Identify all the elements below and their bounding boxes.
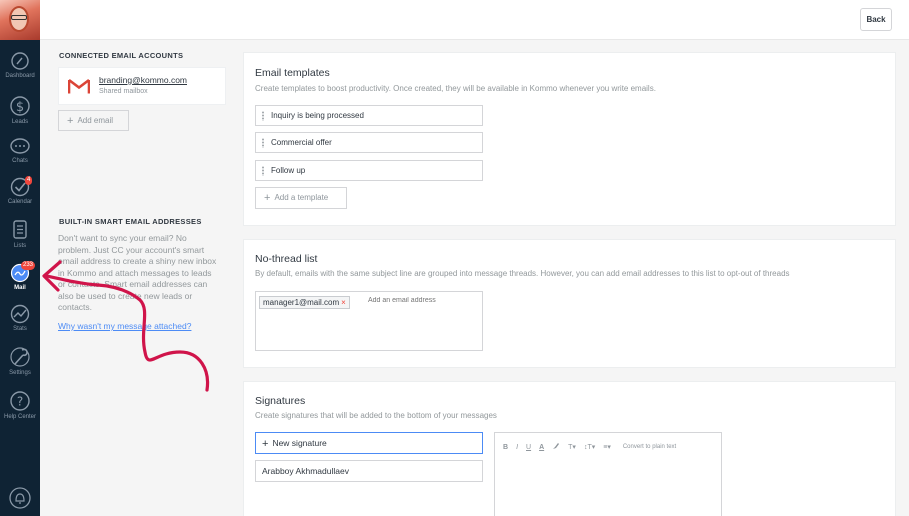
bold-button[interactable]: B: [503, 444, 508, 451]
new-signature-button[interactable]: + New signature: [255, 432, 483, 454]
email-account-card[interactable]: branding@kommo.com Shared mailbox: [58, 67, 226, 105]
connected-accounts-title: CONNECTED EMAIL ACCOUNTS: [59, 51, 184, 60]
account-email[interactable]: branding@kommo.com: [99, 75, 187, 85]
sidebar-item-label: Chats: [12, 158, 28, 164]
sidebar-item-label: Leads: [11, 119, 29, 125]
sidebar-item-settings[interactable]: Settings: [0, 345, 40, 389]
topbar: Back: [40, 0, 909, 40]
signature-item[interactable]: Arabboy Akhmadullaev: [255, 460, 483, 482]
convert-plain-text-button[interactable]: Convert to plain text: [623, 444, 676, 450]
signatures-card: Signatures Create signatures that will b…: [243, 381, 896, 516]
sidebar-item-stats[interactable]: Stats: [0, 303, 40, 347]
sidebar-item-label: Help Center: [3, 414, 36, 420]
drag-handle-icon[interactable]: [262, 166, 264, 176]
sidebar-item-mail[interactable]: 233 Mail: [0, 261, 40, 306]
chat-icon: [10, 138, 30, 154]
dashboard-icon: [11, 52, 29, 70]
nothread-input-box[interactable]: manager1@mail.com ×: [255, 291, 483, 351]
signatures-subtitle: Create signatures that will be added to …: [255, 411, 497, 420]
plus-icon: +: [67, 115, 74, 127]
drag-handle-icon[interactable]: [262, 138, 264, 148]
dollar-icon: $: [10, 96, 30, 116]
line-height-button[interactable]: ↕T▾: [584, 443, 595, 451]
no-thread-card: No-thread list By default, emails with t…: [243, 239, 896, 368]
add-email-button[interactable]: + Add email: [58, 110, 129, 131]
highlight-icon[interactable]: [552, 442, 560, 452]
mail-badge: 233: [21, 261, 36, 270]
sidebar-item-label: Dashboard: [5, 73, 35, 79]
add-template-button[interactable]: + Add a template: [255, 187, 347, 209]
sidebar-item-calendar[interactable]: 4 Calendar: [0, 176, 40, 220]
question-icon: ?: [10, 391, 30, 411]
nothread-title: No-thread list: [255, 253, 318, 265]
sidebar-item-label: Lists: [13, 243, 27, 249]
sidebar-item-lists[interactable]: Lists: [0, 218, 40, 262]
nothread-subtitle: By default, emails with the same subject…: [255, 269, 790, 278]
template-item[interactable]: Inquiry is being processed: [255, 105, 483, 126]
back-button[interactable]: Back: [860, 8, 892, 31]
template-item[interactable]: Follow up: [255, 160, 483, 181]
templates-subtitle: Create templates to boost productivity. …: [255, 84, 656, 93]
templates-title: Email templates: [255, 67, 330, 79]
add-email-label: Add email: [77, 116, 114, 125]
gmail-icon: [68, 78, 90, 94]
smart-email-title: BUILT-IN SMART EMAIL ADDRESSES: [59, 217, 202, 226]
wrench-icon: [10, 347, 30, 367]
email-templates-card: Email templates Create templates to boos…: [243, 52, 896, 226]
sidebar-item-dashboard[interactable]: Dashboard: [0, 50, 40, 94]
avatar[interactable]: [0, 0, 40, 40]
sidebar-item-label: Settings: [9, 370, 31, 376]
drag-handle-icon[interactable]: [262, 111, 264, 121]
sidebar: Dashboard $ Leads Chats 4 Calendar Lists…: [0, 0, 40, 516]
remove-tag-icon[interactable]: ×: [341, 298, 346, 307]
sidebar-item-help-center[interactable]: ? Help Center: [0, 389, 40, 433]
signature-editor[interactable]: B I U A T▾ ↕T▾ ≡▾ Convert to plain text: [494, 432, 722, 516]
why-not-attached-link[interactable]: Why wasn't my message attached?: [58, 321, 191, 331]
add-email-address-input[interactable]: [368, 297, 478, 304]
sidebar-item-label: Mail: [14, 285, 26, 291]
email-tag: manager1@mail.com ×: [259, 296, 350, 309]
template-item[interactable]: Commercial offer: [255, 132, 483, 153]
sidebar-item-chats[interactable]: Chats: [0, 137, 40, 181]
underline-button[interactable]: U: [526, 444, 531, 451]
plus-icon: +: [264, 192, 271, 204]
font-size-button[interactable]: T▾: [568, 443, 576, 451]
svg-text:?: ?: [17, 395, 23, 409]
sidebar-item-label: Calendar: [7, 199, 33, 205]
sidebar-item-leads[interactable]: $ Leads: [0, 94, 40, 138]
signatures-title: Signatures: [255, 395, 306, 407]
calendar-badge: 4: [25, 176, 33, 185]
sidebar-item-label: Stats: [13, 326, 27, 332]
editor-toolbar: B I U A T▾ ↕T▾ ≡▾ Convert to plain text: [503, 442, 676, 452]
list-icon: [13, 220, 27, 239]
text-color-button[interactable]: A: [539, 444, 544, 451]
svg-text:$: $: [16, 100, 24, 115]
smart-email-description: Don't want to sync your email? No proble…: [58, 233, 217, 312]
italic-button[interactable]: I: [516, 444, 518, 451]
align-button[interactable]: ≡▾: [603, 443, 611, 451]
stats-icon: [10, 304, 30, 324]
plus-icon: +: [262, 438, 269, 450]
bell-icon[interactable]: [8, 486, 32, 510]
account-type: Shared mailbox: [99, 88, 148, 95]
